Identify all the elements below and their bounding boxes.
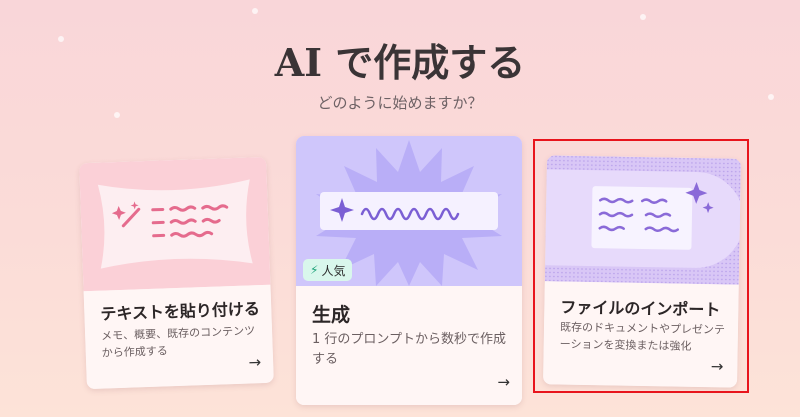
paste-text-illustration — [79, 156, 271, 292]
card-title: 生成 — [312, 304, 351, 326]
lightning-icon: ⚡ — [310, 263, 319, 277]
arrow-right-icon: → — [248, 353, 262, 372]
page-title: AI で作成する — [274, 40, 526, 85]
badge-label: 人気 — [321, 263, 346, 278]
card-title: テキストを貼り付ける — [100, 299, 261, 324]
generate-illustration: ⚡ 人気 — [296, 136, 522, 286]
popular-badge: ⚡ 人気 — [303, 259, 353, 281]
paste-text-card[interactable]: テキストを貼り付ける メモ、概要、既存のコンテンツから作成する → — [79, 156, 274, 390]
background-sparkle — [252, 8, 258, 14]
card-description: 1 行のプロンプトから数秒で作成する — [312, 332, 507, 367]
generate-card[interactable]: ⚡ 人気 生成 1 行のプロンプトから数秒で作成する → — [296, 136, 522, 405]
card-description: メモ、概要、既存のコンテンツから作成する — [100, 324, 256, 360]
background-sparkle — [640, 14, 646, 20]
selection-highlight — [533, 139, 749, 393]
arrow-right-icon: → — [497, 373, 510, 391]
page-subtitle: どのように始めますか？ — [317, 94, 483, 112]
